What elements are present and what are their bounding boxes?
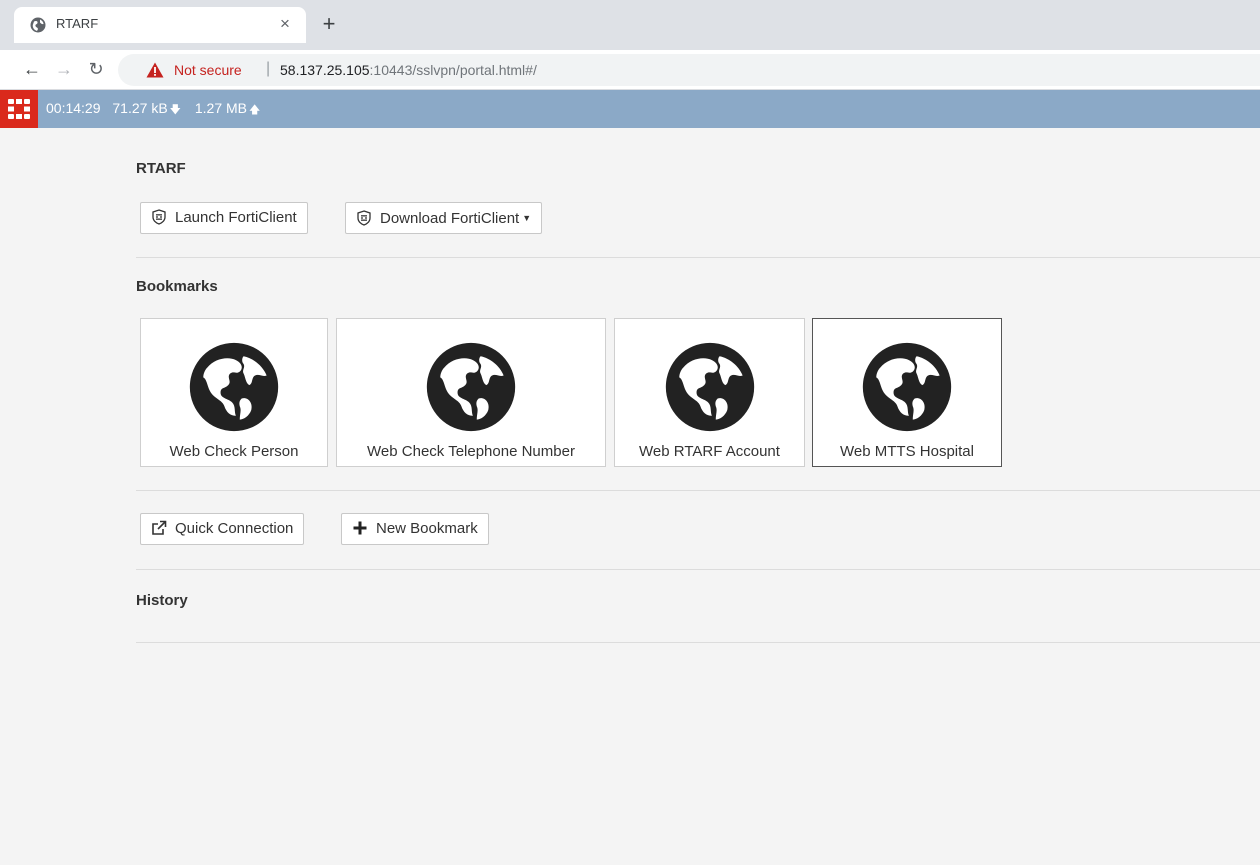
bookmark-web-check-person[interactable]: Web Check Person [140,318,328,467]
globe-icon [665,342,754,432]
section-divider [136,569,1260,570]
bytes-received: 71.27 kB [112,100,168,116]
fortinet-logo-icon [8,99,30,119]
quick-connection-label: Quick Connection [175,520,294,537]
globe-icon [862,342,952,432]
bookmark-label: Web Check Telephone Number [367,443,575,460]
external-link-icon [152,520,167,535]
section-divider [136,490,1260,491]
address-bar[interactable]: Not secure | 58.137.25.105:10443/sslvpn/… [118,54,1260,86]
launch-forticlient-button[interactable]: Launch FortiClient [140,202,308,234]
bookmark-web-mtts-hospital[interactable]: Web MTTS Hospital [812,318,1002,467]
bookmark-web-check-telephone-number[interactable]: Web Check Telephone Number [336,318,606,467]
new-bookmark-button[interactable]: New Bookmark [341,513,489,545]
tab-title: RTARF [56,16,99,31]
new-bookmark-label: New Bookmark [376,520,478,537]
bookmarks-heading: Bookmarks [136,278,218,295]
forticlient-shield-icon [152,209,166,225]
launch-forticlient-label: Launch FortiClient [175,209,297,226]
back-arrow-icon[interactable]: ← [20,57,44,81]
bookmark-label: Web Check Person [169,443,299,460]
browser-tab[interactable]: RTARF × [14,7,306,43]
browser-toolbar: ← → ↻ Not secure | 58.137.25.105:10443/s… [0,50,1260,90]
warning-triangle-icon [146,62,164,78]
new-tab-button[interactable]: + [316,12,342,38]
url-divider: | [266,60,271,77]
forticlient-shield-icon [357,210,371,226]
url-host: 58.137.25.105 [280,62,370,78]
globe-icon [426,342,516,432]
tab-close-button[interactable]: × [274,13,296,35]
bookmark-label: Web RTARF Account [639,443,780,460]
session-stats: 00:14:29 71.27 kB 🡇 1.27 MB 🡅 [46,100,270,120]
download-forticlient-button[interactable]: Download FortiClient ▼ [345,202,543,234]
quick-connection-button[interactable]: Quick Connection [140,513,305,545]
portal-title: RTARF [136,160,186,177]
reload-icon[interactable]: ↻ [84,57,108,81]
plus-icon [353,521,367,535]
bookmark-label: Web MTTS Hospital [840,443,974,460]
forward-arrow-icon[interactable]: → [52,57,76,81]
vpn-status-bar: 00:14:29 71.27 kB 🡇 1.27 MB 🡅 [0,90,1260,128]
bytes-sent: 1.27 MB [194,100,247,116]
globe-favicon-icon [30,17,46,33]
upload-arrow-icon: 🡅 [249,104,261,116]
download-arrow-icon: 🡇 [169,104,181,116]
download-forticlient-label: Download FortiClient [380,210,520,227]
bookmark-web-rtarf-account[interactable]: Web RTARF Account [614,318,805,467]
security-status-label[interactable]: Not secure [174,62,242,78]
section-divider [136,642,1260,643]
globe-icon [189,342,279,432]
url-text[interactable]: 58.137.25.105:10443/sslvpn/portal.html#/ [280,62,537,78]
chevron-down-icon: ▼ [522,213,532,223]
browser-tab-strip: RTARF × + [0,0,1260,50]
fortinet-logo [0,90,38,128]
session-duration: 00:14:29 [46,100,101,116]
section-divider [136,257,1260,258]
history-heading: History [136,592,188,609]
url-path: :10443/sslvpn/portal.html#/ [369,62,537,78]
